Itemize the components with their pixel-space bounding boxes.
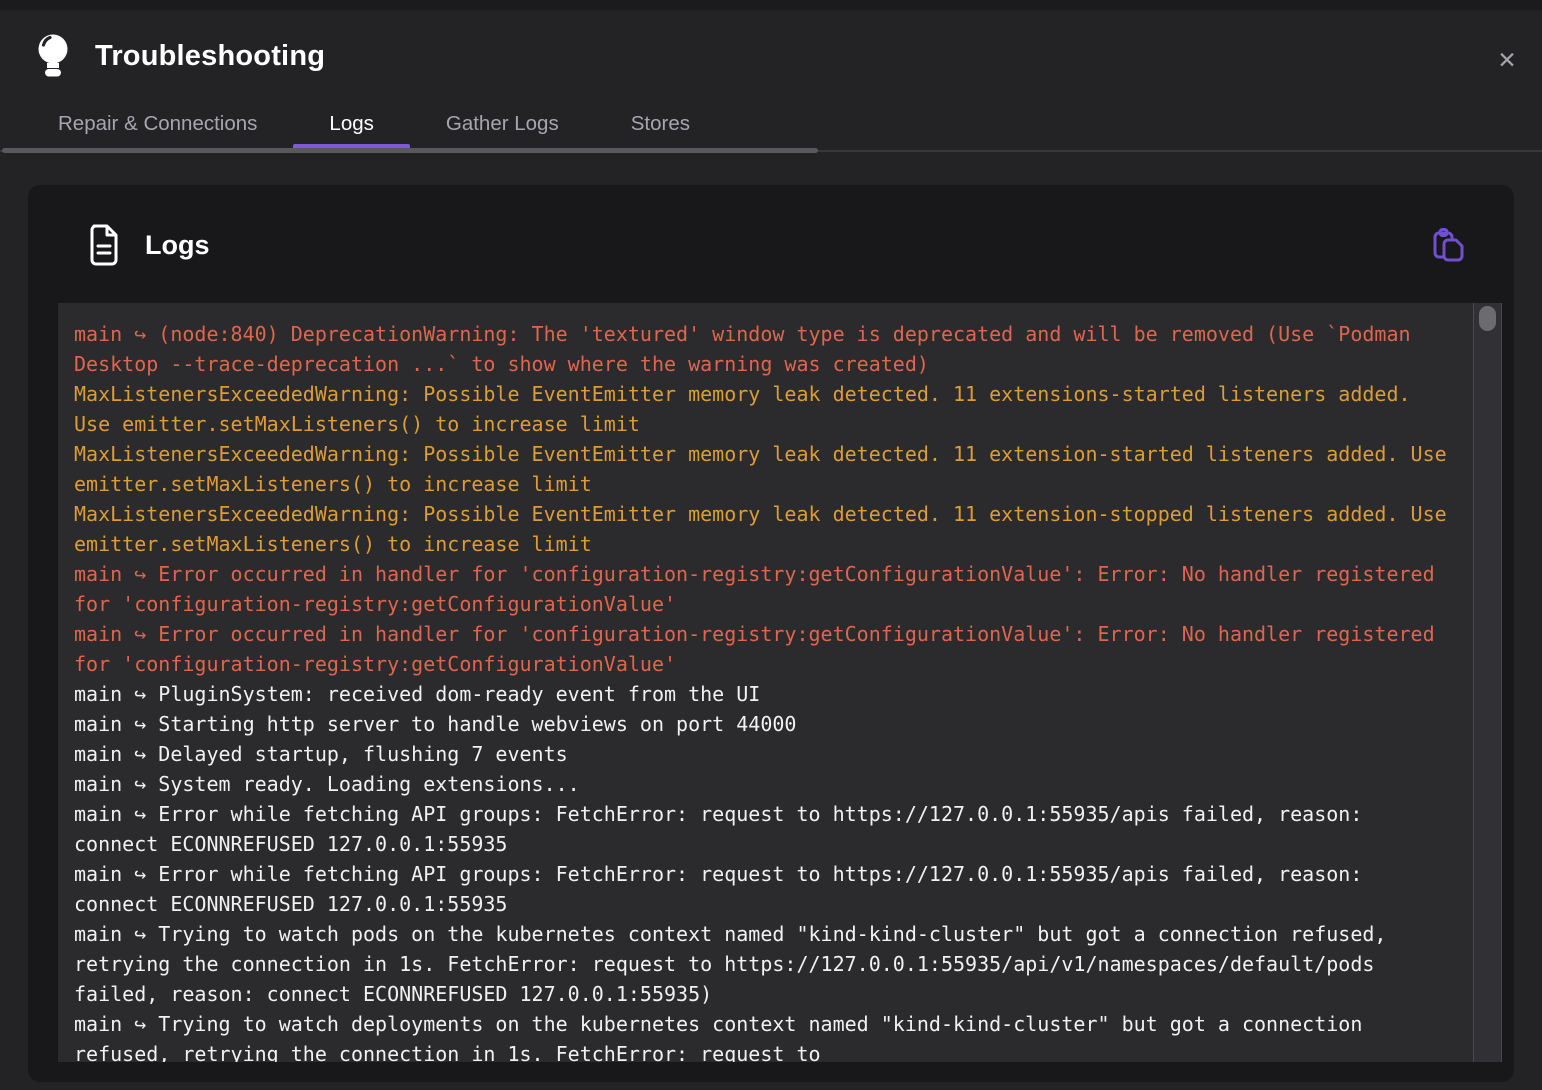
log-line: main ↪ Starting http server to handle we…	[74, 709, 1452, 739]
app-header: Troubleshooting ✕	[0, 10, 1542, 102]
copy-icon	[1428, 253, 1468, 268]
console-scrollbar-track[interactable]	[1473, 303, 1502, 1062]
panel-title: Logs	[145, 230, 210, 261]
window-top-edge	[0, 0, 1542, 10]
log-line: MaxListenersExceededWarning: Possible Ev…	[74, 439, 1452, 499]
troubleshooting-window: { "window": { "title": "Troubleshooting"…	[0, 0, 1542, 1090]
tab-strip-scroll-indicator	[2, 148, 818, 153]
log-line: main ↪ PluginSystem: received dom-ready …	[74, 679, 1452, 709]
log-line: main ↪ Error occurred in handler for 'co…	[74, 619, 1452, 679]
log-list: main ↪ (node:840) DeprecationWarning: Th…	[74, 319, 1452, 1062]
log-line: MaxListenersExceededWarning: Possible Ev…	[74, 379, 1452, 439]
log-console[interactable]: main ↪ (node:840) DeprecationWarning: Th…	[58, 303, 1502, 1062]
log-line: main ↪ Trying to watch deployments on th…	[74, 1009, 1452, 1062]
tab-repair-connections[interactable]: Repair & Connections	[22, 98, 293, 150]
tab-bar: Repair & ConnectionsLogsGather LogsStore…	[0, 98, 1542, 150]
lightbulb-icon	[34, 32, 72, 82]
log-line: main ↪ (node:840) DeprecationWarning: Th…	[74, 319, 1452, 379]
copy-logs-button[interactable]	[1428, 225, 1468, 265]
console-scrollbar-thumb[interactable]	[1479, 306, 1496, 331]
log-line: main ↪ System ready. Loading extensions.…	[74, 769, 1452, 799]
close-icon[interactable]: ✕	[1492, 45, 1522, 75]
file-text-icon	[88, 223, 120, 267]
log-line: main ↪ Trying to watch pods on the kuber…	[74, 919, 1452, 1009]
tab-stores[interactable]: Stores	[595, 98, 726, 150]
log-line: main ↪ Delayed startup, flushing 7 event…	[74, 739, 1452, 769]
log-line: MaxListenersExceededWarning: Possible Ev…	[74, 499, 1452, 559]
log-line: main ↪ Error occurred in handler for 'co…	[74, 559, 1452, 619]
logs-panel: Logs main ↪ (node:840) DeprecationWarnin…	[28, 185, 1514, 1082]
logs-panel-header: Logs	[28, 185, 1514, 303]
log-line: main ↪ Error while fetching API groups: …	[74, 799, 1452, 859]
tab-logs[interactable]: Logs	[293, 98, 409, 150]
page-title: Troubleshooting	[95, 40, 325, 73]
log-line: main ↪ Error while fetching API groups: …	[74, 859, 1452, 919]
tab-gather-logs[interactable]: Gather Logs	[410, 98, 595, 150]
